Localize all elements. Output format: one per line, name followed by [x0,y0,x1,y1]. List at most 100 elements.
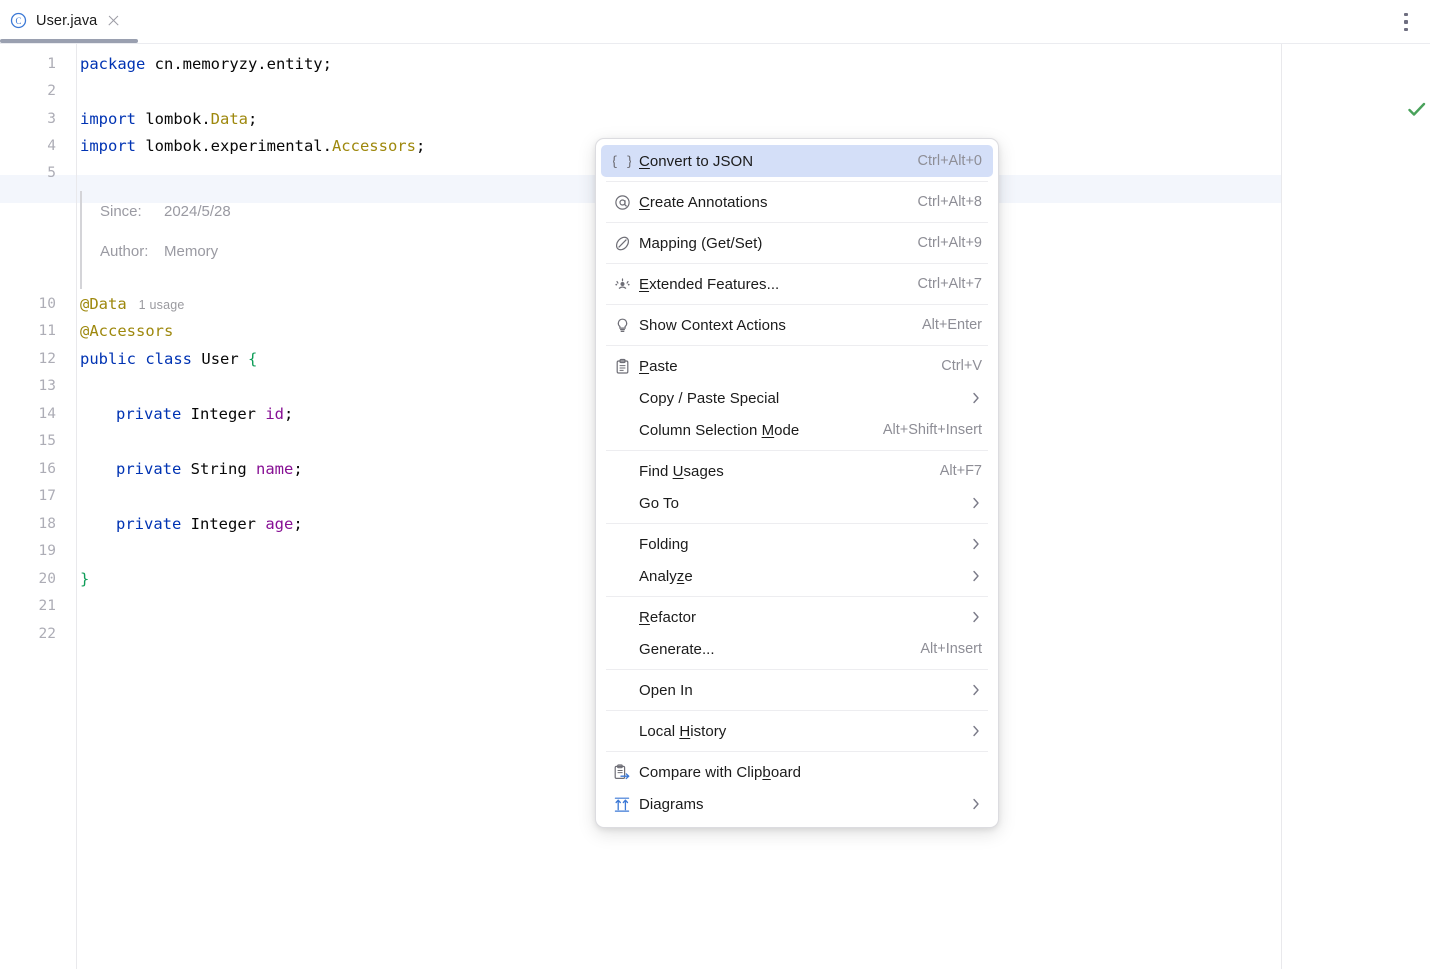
annotation-data: @Data [80,295,127,313]
chevron-right-icon [970,683,982,697]
javadoc-since-label: Since: [100,203,164,220]
json-braces-icon: { } [611,151,633,171]
chevron-right-icon [970,569,982,583]
sparkle-icon [611,274,633,294]
code-line-4: import lombok.experimental.Accessors; [80,133,425,160]
no-icon-spacer [611,607,633,627]
menu-separator [606,304,988,305]
chevron-right-icon [970,797,982,811]
menu-item-label: Show Context Actions [639,317,786,334]
menu-item-label: Generate... [639,641,715,658]
menu-item-convert-to-json[interactable]: { } Convert to JSON Ctrl+Alt+0 [601,145,993,177]
chevron-right-icon [970,537,982,551]
more-vertical-icon[interactable] [1395,10,1417,34]
menu-item-label: Convert to JSON [639,153,753,170]
no-icon-spacer [611,493,633,513]
chevron-right-icon [970,496,982,510]
no-icon-spacer [611,534,633,554]
menu-item-label: Extended Features... [639,276,779,293]
field-type: String [191,460,247,478]
code-line-11: @Accessors [80,318,173,345]
menu-item-show-context-actions[interactable]: Show Context Actions Alt+Enter [601,309,993,341]
at-sign-icon [611,192,633,212]
javadoc-author-label: Author: [100,243,164,260]
menu-separator [606,222,988,223]
javadoc-author-row: Author: Memory [100,231,500,271]
menu-item-diagrams[interactable]: Diagrams [601,788,993,820]
menu-item-folding[interactable]: Folding [601,528,993,560]
menu-item-compare-with-clipboard[interactable]: Compare with Clipboard [601,756,993,788]
diagrams-icon [611,794,633,814]
menu-separator [606,710,988,711]
editor-tab-user-java[interactable]: C User.java [0,0,135,41]
semicolon: ; [248,110,257,128]
compare-clipboard-icon [611,762,633,782]
import-path: lombok. [136,110,211,128]
java-class-icon: C [10,12,27,29]
code-line-10: @Data1 usage [80,291,185,319]
leaf-icon [611,233,633,253]
editor-context-menu[interactable]: { } Convert to JSON Ctrl+Alt+0 Create Annot… [595,138,999,828]
menu-item-mapping-get-set[interactable]: Mapping (Get/Set) Ctrl+Alt+9 [601,227,993,259]
menu-item-shortcut: Alt+Insert [902,641,982,657]
menu-item-refactor[interactable]: Refactor [601,601,993,633]
usage-hint[interactable]: 1 usage [127,298,185,312]
menu-item-shortcut: Ctrl+V [923,358,982,374]
semicolon: ; [293,515,302,533]
menu-item-copy-paste-special[interactable]: Copy / Paste Special [601,382,993,414]
menu-item-local-history[interactable]: Local History [601,715,993,747]
menu-item-label: Compare with Clipboard [639,764,801,781]
clipboard-icon [611,356,633,376]
menu-item-shortcut: Ctrl+Alt+8 [900,194,982,210]
keyword-private: private [116,405,181,423]
field-name-name: name [256,460,293,478]
keyword-import: import [80,110,136,128]
editor-tab-bar: C User.java [0,0,1430,44]
semicolon: ; [293,460,302,478]
menu-item-find-usages[interactable]: Find UsagesAlt+F7 [601,455,993,487]
menu-item-shortcut: Ctrl+Alt+9 [900,235,982,251]
menu-separator [606,523,988,524]
menu-item-label: Find Usages [639,463,724,480]
menu-item-label: Folding [639,536,689,553]
menu-separator [606,450,988,451]
close-icon[interactable] [106,13,121,28]
menu-separator [606,751,988,752]
semicolon: ; [416,137,425,155]
keyword-private: private [116,515,181,533]
menu-item-open-in[interactable]: Open In [601,674,993,706]
keyword-import: import [80,137,136,155]
menu-item-label: Mapping (Get/Set) [639,235,762,252]
svg-text:{ }: { } [613,155,631,170]
no-icon-spacer [611,420,633,440]
keyword-class: class [145,350,192,368]
menu-item-shortcut: Ctrl+Alt+7 [900,276,982,292]
menu-item-analyze[interactable]: Analyze [601,560,993,592]
keyword-package: package [80,55,145,73]
chevron-right-icon [970,610,982,624]
javadoc-since-value: 2024/5/28 [164,203,231,220]
menu-item-go-to[interactable]: Go To [601,487,993,519]
menu-separator [606,181,988,182]
close-brace: } [80,570,89,588]
menu-separator [606,596,988,597]
green-check-icon[interactable] [1408,102,1424,116]
import-class: Data [211,110,248,128]
menu-item-column-selection-mode[interactable]: Column Selection ModeAlt+Shift+Insert [601,414,993,446]
menu-item-extended-features[interactable]: Extended Features... Ctrl+Alt+7 [601,268,993,300]
import-path: lombok.experimental. [136,137,332,155]
menu-item-paste[interactable]: PasteCtrl+V [601,350,993,382]
menu-item-create-annotations[interactable]: Create AnnotationsCtrl+Alt+8 [601,186,993,218]
editor-right-divider [1281,44,1282,969]
menu-item-label: Diagrams [639,796,704,813]
menu-item-shortcut: Alt+Shift+Insert [865,422,982,438]
code-line-3: import lombok.Data; [80,106,257,133]
javadoc-author-value: Memory [164,243,218,260]
javadoc-fold-block[interactable]: Since: 2024/5/28 Author: Memory [80,191,500,289]
chevron-right-icon [970,724,982,738]
menu-item-generate[interactable]: Generate... Alt+Insert [601,633,993,665]
menu-item-shortcut: Ctrl+Alt+0 [900,153,982,169]
no-icon-spacer [611,566,633,586]
menu-item-shortcut: Alt+Enter [904,317,982,333]
svg-text:C: C [15,16,21,26]
